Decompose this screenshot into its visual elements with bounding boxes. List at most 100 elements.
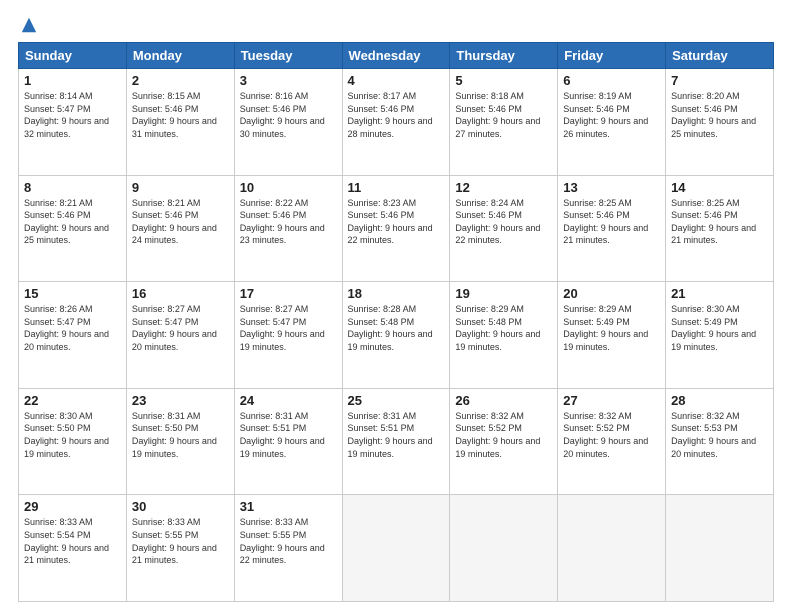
day-info: Sunrise: 8:26 AMSunset: 5:47 PMDaylight:…	[24, 304, 109, 352]
calendar-body: 1 Sunrise: 8:14 AMSunset: 5:47 PMDaylight…	[19, 69, 774, 602]
calendar-cell: 24Sunrise: 8:31 AMSunset: 5:51 PMDayligh…	[234, 388, 342, 495]
calendar-cell: 15 Sunrise: 8:26 AMSunset: 5:47 PMDayligh…	[19, 282, 127, 389]
calendar-week-3: 15 Sunrise: 8:26 AMSunset: 5:47 PMDayligh…	[19, 282, 774, 389]
calendar-week-1: 1 Sunrise: 8:14 AMSunset: 5:47 PMDaylight…	[19, 69, 774, 176]
calendar-cell: 18Sunrise: 8:28 AMSunset: 5:48 PMDayligh…	[342, 282, 450, 389]
header	[18, 16, 774, 34]
weekday-header-row: SundayMondayTuesdayWednesdayThursdayFrid…	[19, 43, 774, 69]
day-number: 21	[671, 286, 768, 301]
weekday-header-thursday: Thursday	[450, 43, 558, 69]
calendar-header: SundayMondayTuesdayWednesdayThursdayFrid…	[19, 43, 774, 69]
calendar-week-4: 22Sunrise: 8:30 AMSunset: 5:50 PMDayligh…	[19, 388, 774, 495]
logo-icon	[20, 16, 38, 34]
calendar-cell: 10Sunrise: 8:22 AMSunset: 5:46 PMDayligh…	[234, 175, 342, 282]
calendar-cell: 7 Sunrise: 8:20 AMSunset: 5:46 PMDaylight…	[666, 69, 774, 176]
day-number: 1	[24, 73, 121, 88]
day-info: Sunrise: 8:25 AMSunset: 5:46 PMDaylight:…	[671, 198, 756, 246]
calendar-cell: 3 Sunrise: 8:16 AMSunset: 5:46 PMDaylight…	[234, 69, 342, 176]
day-number: 23	[132, 393, 229, 408]
day-number: 9	[132, 180, 229, 195]
day-info: Sunrise: 8:27 AMSunset: 5:47 PMDaylight:…	[240, 304, 325, 352]
day-info: Sunrise: 8:14 AMSunset: 5:47 PMDaylight:…	[24, 91, 109, 139]
day-number: 10	[240, 180, 337, 195]
day-number: 28	[671, 393, 768, 408]
calendar-cell: 22Sunrise: 8:30 AMSunset: 5:50 PMDayligh…	[19, 388, 127, 495]
logo	[18, 16, 38, 34]
page: SundayMondayTuesdayWednesdayThursdayFrid…	[0, 0, 792, 612]
day-info: Sunrise: 8:29 AMSunset: 5:48 PMDaylight:…	[455, 304, 540, 352]
day-info: Sunrise: 8:32 AMSunset: 5:52 PMDaylight:…	[563, 411, 648, 459]
calendar-cell: 20 Sunrise: 8:29 AMSunset: 5:49 PMDayligh…	[558, 282, 666, 389]
day-info: Sunrise: 8:31 AMSunset: 5:51 PMDaylight:…	[240, 411, 325, 459]
calendar-cell: 25 Sunrise: 8:31 AMSunset: 5:51 PMDayligh…	[342, 388, 450, 495]
calendar-cell: 12 Sunrise: 8:24 AMSunset: 5:46 PMDayligh…	[450, 175, 558, 282]
day-number: 8	[24, 180, 121, 195]
calendar-cell: 1 Sunrise: 8:14 AMSunset: 5:47 PMDaylight…	[19, 69, 127, 176]
calendar-cell: 2 Sunrise: 8:15 AMSunset: 5:46 PMDaylight…	[126, 69, 234, 176]
day-number: 18	[348, 286, 445, 301]
calendar-cell: 8Sunrise: 8:21 AMSunset: 5:46 PMDaylight…	[19, 175, 127, 282]
calendar-cell: 11 Sunrise: 8:23 AMSunset: 5:46 PMDayligh…	[342, 175, 450, 282]
day-info: Sunrise: 8:24 AMSunset: 5:46 PMDaylight:…	[455, 198, 540, 246]
day-number: 7	[671, 73, 768, 88]
day-number: 4	[348, 73, 445, 88]
weekday-header-wednesday: Wednesday	[342, 43, 450, 69]
calendar-cell: 17 Sunrise: 8:27 AMSunset: 5:47 PMDayligh…	[234, 282, 342, 389]
day-info: Sunrise: 8:31 AMSunset: 5:51 PMDaylight:…	[348, 411, 433, 459]
calendar-cell: 28 Sunrise: 8:32 AMSunset: 5:53 PMDayligh…	[666, 388, 774, 495]
day-number: 30	[132, 499, 229, 514]
calendar-cell: 14 Sunrise: 8:25 AMSunset: 5:46 PMDayligh…	[666, 175, 774, 282]
day-number: 25	[348, 393, 445, 408]
day-info: Sunrise: 8:21 AMSunset: 5:46 PMDaylight:…	[132, 198, 217, 246]
calendar-cell: 23 Sunrise: 8:31 AMSunset: 5:50 PMDayligh…	[126, 388, 234, 495]
day-info: Sunrise: 8:29 AMSunset: 5:49 PMDaylight:…	[563, 304, 648, 352]
calendar-cell: 19 Sunrise: 8:29 AMSunset: 5:48 PMDayligh…	[450, 282, 558, 389]
weekday-header-saturday: Saturday	[666, 43, 774, 69]
day-info: Sunrise: 8:31 AMSunset: 5:50 PMDaylight:…	[132, 411, 217, 459]
weekday-header-sunday: Sunday	[19, 43, 127, 69]
day-info: Sunrise: 8:15 AMSunset: 5:46 PMDaylight:…	[132, 91, 217, 139]
day-info: Sunrise: 8:33 AMSunset: 5:55 PMDaylight:…	[132, 517, 217, 565]
calendar-cell: 30 Sunrise: 8:33 AMSunset: 5:55 PMDayligh…	[126, 495, 234, 602]
weekday-header-tuesday: Tuesday	[234, 43, 342, 69]
day-info: Sunrise: 8:23 AMSunset: 5:46 PMDaylight:…	[348, 198, 433, 246]
day-number: 19	[455, 286, 552, 301]
day-info: Sunrise: 8:25 AMSunset: 5:46 PMDaylight:…	[563, 198, 648, 246]
day-number: 29	[24, 499, 121, 514]
day-number: 17	[240, 286, 337, 301]
day-number: 14	[671, 180, 768, 195]
day-info: Sunrise: 8:20 AMSunset: 5:46 PMDaylight:…	[671, 91, 756, 139]
day-info: Sunrise: 8:27 AMSunset: 5:47 PMDaylight:…	[132, 304, 217, 352]
day-number: 20	[563, 286, 660, 301]
day-info: Sunrise: 8:16 AMSunset: 5:46 PMDaylight:…	[240, 91, 325, 139]
calendar-cell	[450, 495, 558, 602]
calendar-cell: 26 Sunrise: 8:32 AMSunset: 5:52 PMDayligh…	[450, 388, 558, 495]
calendar-cell: 21Sunrise: 8:30 AMSunset: 5:49 PMDayligh…	[666, 282, 774, 389]
day-number: 15	[24, 286, 121, 301]
day-number: 22	[24, 393, 121, 408]
day-number: 3	[240, 73, 337, 88]
day-info: Sunrise: 8:33 AMSunset: 5:54 PMDaylight:…	[24, 517, 109, 565]
day-info: Sunrise: 8:18 AMSunset: 5:46 PMDaylight:…	[455, 91, 540, 139]
calendar-cell: 27Sunrise: 8:32 AMSunset: 5:52 PMDayligh…	[558, 388, 666, 495]
weekday-header-monday: Monday	[126, 43, 234, 69]
day-number: 11	[348, 180, 445, 195]
calendar-cell: 31Sunrise: 8:33 AMSunset: 5:55 PMDayligh…	[234, 495, 342, 602]
day-info: Sunrise: 8:32 AMSunset: 5:53 PMDaylight:…	[671, 411, 756, 459]
calendar-cell	[342, 495, 450, 602]
day-info: Sunrise: 8:32 AMSunset: 5:52 PMDaylight:…	[455, 411, 540, 459]
day-info: Sunrise: 8:33 AMSunset: 5:55 PMDaylight:…	[240, 517, 325, 565]
day-number: 26	[455, 393, 552, 408]
calendar-cell: 29 Sunrise: 8:33 AMSunset: 5:54 PMDayligh…	[19, 495, 127, 602]
calendar-cell: 9 Sunrise: 8:21 AMSunset: 5:46 PMDaylight…	[126, 175, 234, 282]
calendar-table: SundayMondayTuesdayWednesdayThursdayFrid…	[18, 42, 774, 602]
calendar-cell: 13Sunrise: 8:25 AMSunset: 5:46 PMDayligh…	[558, 175, 666, 282]
calendar-week-2: 8 Sunrise: 8:21 AMSunset: 5:46 PMDaylight…	[19, 175, 774, 282]
weekday-header-friday: Friday	[558, 43, 666, 69]
calendar-cell: 4Sunrise: 8:17 AMSunset: 5:46 PMDaylight…	[342, 69, 450, 176]
day-info: Sunrise: 8:19 AMSunset: 5:46 PMDaylight:…	[563, 91, 648, 139]
calendar-week-5: 29 Sunrise: 8:33 AMSunset: 5:54 PMDayligh…	[19, 495, 774, 602]
day-number: 2	[132, 73, 229, 88]
calendar-cell: 6Sunrise: 8:19 AMSunset: 5:46 PMDaylight…	[558, 69, 666, 176]
day-number: 12	[455, 180, 552, 195]
